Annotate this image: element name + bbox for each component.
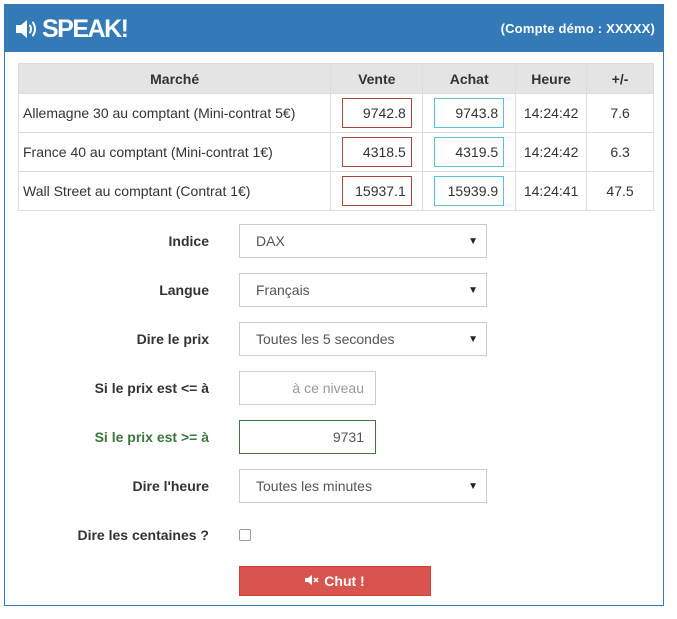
column-header-sell: Vente	[330, 63, 424, 94]
say-hundreds-label: Dire les centaines ?	[77, 527, 209, 543]
price-below-label: Si le prix est <= à	[94, 380, 209, 396]
form-row-price-above: Si le prix est >= à 9731	[5, 420, 663, 454]
table-row: France 40 au comptant (Mini-contrat 1€) …	[17, 132, 654, 172]
form-row-say-price: Dire le prix Toutes les 5 secondes ▼	[5, 322, 663, 356]
price-change: 6.3	[586, 132, 654, 172]
account-label: (Compte démo : XXXXX)	[500, 21, 655, 36]
say-price-select[interactable]: Toutes les 5 secondes ▼	[239, 322, 487, 356]
column-header-market: Marché	[17, 63, 332, 94]
language-select[interactable]: Français ▼	[239, 273, 487, 307]
quote-time: 14:24:42	[515, 93, 588, 133]
caret-down-icon: ▼	[468, 334, 478, 345]
sell-price: 15937.1	[341, 176, 412, 206]
say-hundreds-checkbox[interactable]	[239, 529, 251, 541]
table-row: Wall Street au comptant (Contrat 1€) 159…	[17, 171, 654, 211]
price-above-label: Si le prix est >= à	[94, 429, 209, 445]
price-above-input[interactable]: 9731	[239, 420, 376, 454]
say-time-select[interactable]: Toutes les minutes ▼	[239, 469, 487, 503]
buy-price: 15939.9	[434, 176, 505, 206]
quote-time: 14:24:41	[515, 171, 588, 211]
caret-down-icon: ▼	[468, 481, 478, 492]
language-label: Langue	[159, 282, 209, 298]
form-row-say-time: Dire l'heure Toutes les minutes ▼	[5, 469, 663, 503]
caret-down-icon: ▼	[468, 285, 478, 296]
column-header-buy: Achat	[422, 63, 517, 94]
say-price-label: Dire le prix	[136, 331, 209, 347]
sell-price: 4318.5	[341, 137, 412, 167]
column-header-change: +/-	[586, 63, 654, 94]
index-select[interactable]: DAX ▼	[239, 224, 487, 258]
index-label: Indice	[168, 233, 209, 249]
form-row-price-below: Si le prix est <= à à ce niveau	[5, 371, 663, 405]
speak-panel: SPEAK! (Compte démo : XXXXX) Marché Vent…	[4, 4, 664, 606]
app-header: SPEAK! (Compte démo : XXXXX)	[5, 5, 663, 52]
market-name: Wall Street au comptant (Contrat 1€)	[17, 171, 332, 211]
buy-price: 9743.8	[434, 98, 505, 128]
volume-off-icon	[305, 573, 324, 589]
sell-price: 9742.8	[341, 98, 412, 128]
logo-text: SPEAK!	[42, 15, 129, 43]
market-name: Allemagne 30 au comptant (Mini-contrat 5…	[17, 93, 332, 133]
index-select-value: DAX	[256, 233, 285, 249]
say-time-label: Dire l'heure	[132, 478, 209, 494]
price-change: 7.6	[586, 93, 654, 133]
language-select-value: Français	[256, 282, 310, 298]
quote-time: 14:24:42	[515, 132, 588, 172]
price-below-input[interactable]: à ce niveau	[239, 371, 376, 405]
quotes-table: Marché Vente Achat Heure +/- Allemagne 3…	[17, 63, 654, 211]
form-row-say-hundreds: Dire les centaines ?	[5, 518, 663, 552]
say-time-select-value: Toutes les minutes	[256, 478, 372, 494]
caret-down-icon: ▼	[468, 236, 478, 247]
say-price-select-value: Toutes les 5 secondes	[256, 331, 395, 347]
volume-up-icon	[15, 18, 39, 40]
table-row: Allemagne 30 au comptant (Mini-contrat 5…	[17, 93, 654, 133]
table-header-row: Marché Vente Achat Heure +/-	[17, 63, 654, 94]
form-row-language: Langue Français ▼	[5, 273, 663, 307]
buy-price: 4319.5	[434, 137, 505, 167]
market-name: France 40 au comptant (Mini-contrat 1€)	[17, 132, 332, 172]
app-logo: SPEAK!	[15, 14, 129, 44]
mute-button-label: Chut !	[324, 573, 365, 589]
form-row-index: Indice DAX ▼	[5, 224, 663, 258]
column-header-time: Heure	[515, 63, 588, 94]
price-change: 47.5	[586, 171, 654, 211]
mute-button[interactable]: Chut !	[239, 566, 431, 596]
